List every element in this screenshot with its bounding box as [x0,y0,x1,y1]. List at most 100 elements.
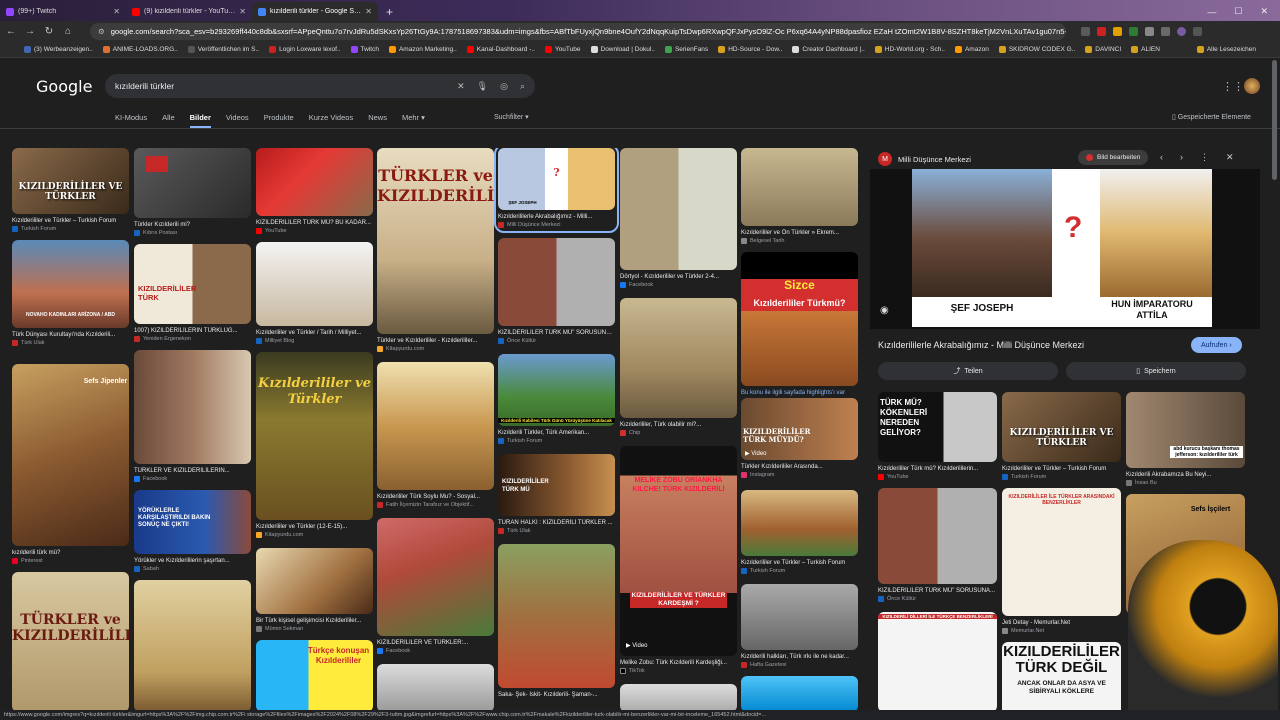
lens-icon[interactable]: ◎ [500,81,508,92]
bookmark-item[interactable]: SerienFans [664,46,708,53]
minimize-icon[interactable]: — [1207,7,1216,17]
tab-kurze-videos[interactable]: Kurze Videos [309,113,353,122]
image-result[interactable]: Sefs Jipenler kızılderili türk mü? Pinte… [12,364,129,565]
close-icon[interactable]: ✕ [113,7,120,16]
related-result[interactable]: KIZILDERİLİLER TÜRK MÜ" SORUSUNA... Önce… [878,488,997,603]
bookmark-item[interactable]: Creator Dashboard |.. [792,46,865,53]
bookmark-item[interactable]: YouTube [544,46,581,53]
bookmark-item[interactable]: (3) Werbeanzeigen.. [24,46,93,53]
forward-icon[interactable]: → [25,26,35,37]
image-result[interactable]: YÖRÜKLERLE KARŞILAŞTIRILDI BAKIN SONUÇ N… [134,490,251,573]
bookmark-item[interactable]: Veröffentlichen im S.. [187,46,259,53]
extension-icon[interactable] [1097,27,1106,36]
image-result[interactable]: Dörtyol - Kızılderililer ve Türkler 2-4.… [620,148,737,289]
image-result[interactable]: TÜRKLER VE KIZILDERİLİLERİN... Facebook [134,350,251,483]
result-title[interactable]: Kızılderililer ve Ön Türkler » Ekrem... [741,229,858,237]
image-result[interactable]: Bir Türk kişisel gelişimcisi Kızılderili… [256,548,373,633]
reload-icon[interactable]: ↻ [44,26,54,37]
new-tab-button[interactable]: + [378,2,401,21]
image-result[interactable]: KIZILDERİLİLER TÜRK MÜ" SORUSUNA... Önce… [498,238,615,345]
image-result[interactable]: Kızılderililer ve Türkler Kızılderililer… [256,352,373,539]
image-result-selected[interactable]: ŞEF JOSEPH ? Kızılderililerle Akrabalığı… [494,148,619,233]
close-window-icon[interactable]: ✕ [1260,6,1268,17]
search-input[interactable]: kızılderili türkler [115,81,445,91]
result-title[interactable]: Melike Zobu: Türk Kızılderili Kardeşliği… [620,659,737,667]
result-title[interactable]: Kızılderili Akrabamıza Bu Neyi... [1126,471,1245,479]
profile-icon[interactable] [1177,27,1186,36]
image-result[interactable]: KIZILDERİLİLER TÜRK MÜYDÜ? ▶ Video Türkl… [741,398,858,479]
share-button[interactable]: ⤴ Teilen [878,362,1058,380]
result-title[interactable]: TÜRKLER VE KIZILDERİLİLERİN... [134,467,251,475]
image-result[interactable]: KIZILDERİLİLER TÜRK 1007) KIZILDERİLİLER… [134,244,251,343]
preview-image[interactable]: ? ŞEF JOSEPH HUN İMPARATORU ATTİLA [912,169,1212,327]
extension-icon[interactable] [1145,27,1154,36]
result-title[interactable]: TURAN HALKI : KIZILDERİLİ TÜRKLER ... [498,519,615,527]
image-result[interactable] [620,684,737,710]
related-result[interactable]: KIZILDERİLİLER TÜRK DEĞİL ANCAK ONLAR DA… [1002,642,1121,720]
bookmark-item[interactable]: SKIDROW CODEX G.. [998,46,1075,53]
image-result[interactable] [741,676,858,710]
result-title[interactable]: 1007) KIZILDERİLİLERİN TÜRKLÜĞ... [134,327,251,335]
tab-produkte[interactable]: Produkte [264,113,294,122]
result-title[interactable]: Türkler Kızılderili mi? [134,221,251,229]
apps-grid-icon[interactable]: ⋮⋮ [1222,80,1244,93]
lens-icon[interactable]: ◉ [880,305,889,316]
result-title[interactable]: Bir Türk kişisel gelişimcisi Kızılderili… [256,617,373,625]
close-icon[interactable]: ✕ [365,7,372,16]
image-result[interactable]: Kızılderililer ve Ön Türkler » Ekrem... … [741,148,858,245]
tab-news[interactable]: News [368,113,387,122]
google-logo[interactable]: Google [36,77,92,96]
microphone-icon[interactable]: 🎙 [477,81,488,92]
avatar[interactable] [1244,78,1260,94]
browser-tab-twitch[interactable]: (99+) Twitch ✕ [0,2,126,21]
bookmark-item[interactable]: HD-Source - Dow.. [718,46,782,53]
image-result[interactable]: Saka- Şek- Iskit- Kızılderili- Şaman-... [498,544,615,699]
result-title[interactable]: Dörtyol - Kızılderililer ve Türkler 2-4.… [620,273,737,281]
bookmark-item[interactable]: HD-World.org - Sch.. [874,46,945,53]
search-icon[interactable]: ⌕ [520,81,525,92]
search-box[interactable]: kızılderili türkler ✕ 🎙 ◎ ⌕ [105,74,535,98]
result-title[interactable]: KIZILDERİLİLER TÜRK MÜ" SORUSUNA... [498,329,615,337]
bookmark-star-icon[interactable] [1081,27,1090,36]
image-result[interactable]: NOVAHO KADINLARI ARİZONA / ABD Türk Düny… [12,240,129,347]
panel-site-header[interactable]: M Milli Düşünce Merkezi [878,152,971,166]
image-result[interactable]: KIZILDERİLİLER TÜRK MÜ TURAN HALKI : KIZ… [498,454,615,535]
result-title[interactable]: Kızılderili halkları, Türk ırkı ile ne k… [741,653,858,661]
result-title[interactable]: Kızılderililer Türk mü? Kızılderililerin… [878,465,997,473]
related-result[interactable]: TÜRK MÜ? KÖKENLERİ NEREDEN GELİYOR? Kızı… [878,392,997,481]
related-result[interactable]: KIZILDERİLİ DİLLERİ İLE TÜRKÇE BENZERLİK… [878,612,997,712]
result-title[interactable]: Kızılderililerle Akrabalığımız - Milli..… [498,213,615,221]
visit-button[interactable]: Aufrufen › [1191,337,1242,353]
bookmark-item[interactable]: Amazon [954,46,989,53]
image-result[interactable]: KIZILDERİLİLER TÜRK MÜ? BU KADAR... YouT… [256,148,373,235]
back-icon[interactable]: ← [6,26,16,37]
home-icon[interactable]: ⌂ [63,26,73,37]
next-icon[interactable]: › [1180,152,1183,163]
previous-icon[interactable]: ‹ [1160,152,1163,163]
result-title[interactable]: Bu konu ile ilgili sayfada highlights'ı … [741,389,858,397]
result-title[interactable]: KIZILDERİLİLER VE TÜRKLER:... [377,639,494,647]
bookmark-item[interactable]: Kanal-Dashboard -.. [466,46,535,53]
all-bookmarks[interactable]: Alle Lesezeichen [1196,46,1256,53]
result-title[interactable]: Türkler Kızılderililer Arasında... [741,463,858,471]
puzzle-icon[interactable] [1161,27,1170,36]
bookmark-item[interactable]: ALIEN [1131,46,1160,53]
result-title[interactable]: Türk Dünyası Kurultayı'nda Kızılderili..… [12,331,129,339]
tab-alle[interactable]: Alle [162,113,175,122]
result-title[interactable]: Kızılderililer ve Türkler / Tarih / Mill… [256,329,373,337]
image-result[interactable]: Kızılderili halkları, Türk ırkı ile ne k… [741,584,858,669]
save-button[interactable]: ▯ Speichern [1066,362,1246,380]
browser-tab-youtube[interactable]: (9) kizilderili türkler - YouTube ✕ [126,2,252,21]
bookmark-item[interactable]: Amazon Marketing.. [388,46,457,53]
result-title[interactable]: Kızılderililer ve Türkler – Turkish Foru… [12,217,129,225]
search-filter-button[interactable]: Suchfilter ▾ [494,113,529,121]
result-title[interactable]: Kızılderililer, Türk olabilir mi?... [620,421,737,429]
extension-icon[interactable] [1113,27,1122,36]
bookmark-item[interactable]: Twitch [350,46,379,53]
result-title[interactable]: Kızılderililer Türk Soylu Mu? - Sosyal..… [377,493,494,501]
result-title[interactable]: KIZILDERİLİLER TÜRK MÜ? BU KADAR... [256,219,373,227]
close-icon[interactable]: ✕ [1226,152,1234,163]
result-title[interactable]: Kızılderili Türkler, Türk Amerikan... [498,429,615,437]
related-result[interactable]: abd kurucu başkanı thomas jefferson: kız… [1126,392,1245,487]
bookmark-item[interactable]: Download | Dokul.. [590,46,655,53]
